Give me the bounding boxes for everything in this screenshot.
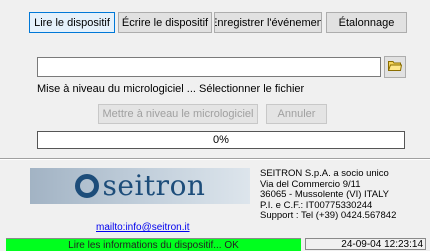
tab-calibration[interactable]: Étalonnage [326, 12, 407, 33]
browse-file-button[interactable] [384, 56, 406, 78]
tab-read-device[interactable]: Lire le dispositif [29, 12, 115, 33]
company-info: SEITRON S.p.A. a socio unico Via del Com… [260, 168, 397, 222]
logo-text: seitron [102, 169, 206, 202]
company-line: SEITRON S.p.A. a socio unico [260, 168, 389, 179]
divider-highlight [0, 159, 430, 160]
tab-bar: Lire le dispositif Écrire le dispositif … [29, 12, 407, 33]
firmware-progress-bar: 0% [37, 131, 405, 149]
logo-ring-icon [74, 174, 99, 198]
status-bar-message: Lire les informations du dispositif... O… [6, 238, 301, 251]
tab-label: Enregistrer l'événement [214, 16, 322, 29]
upgrade-firmware-button[interactable]: Mettre à niveau le micrologiciel [98, 104, 258, 124]
cancel-button[interactable]: Annuler [266, 104, 327, 124]
tab-label: Lire le dispositif [34, 16, 110, 29]
progress-label: 0% [213, 134, 229, 146]
folder-icon [387, 60, 403, 74]
company-line: Support : Tel (+39) 0424.567842 [260, 210, 397, 221]
tab-write-device[interactable]: Écrire le dispositif [118, 12, 212, 33]
tab-label: Écrire le dispositif [121, 16, 209, 29]
firmware-status-text: Mise à niveau du micrologiciel ... Sélec… [37, 83, 305, 95]
seitron-logo: seitron [30, 168, 250, 204]
firmware-file-input[interactable] [37, 57, 381, 77]
email-link[interactable]: mailto:info@seitron.it [96, 222, 190, 233]
company-line: 36065 - Mussolente (VI) ITALY [260, 189, 390, 200]
status-bar-datetime: 24-09-04 12:23:14 [305, 238, 426, 250]
tab-label: Étalonnage [338, 16, 395, 29]
tab-record-event[interactable]: Enregistrer l'événement [214, 12, 322, 33]
